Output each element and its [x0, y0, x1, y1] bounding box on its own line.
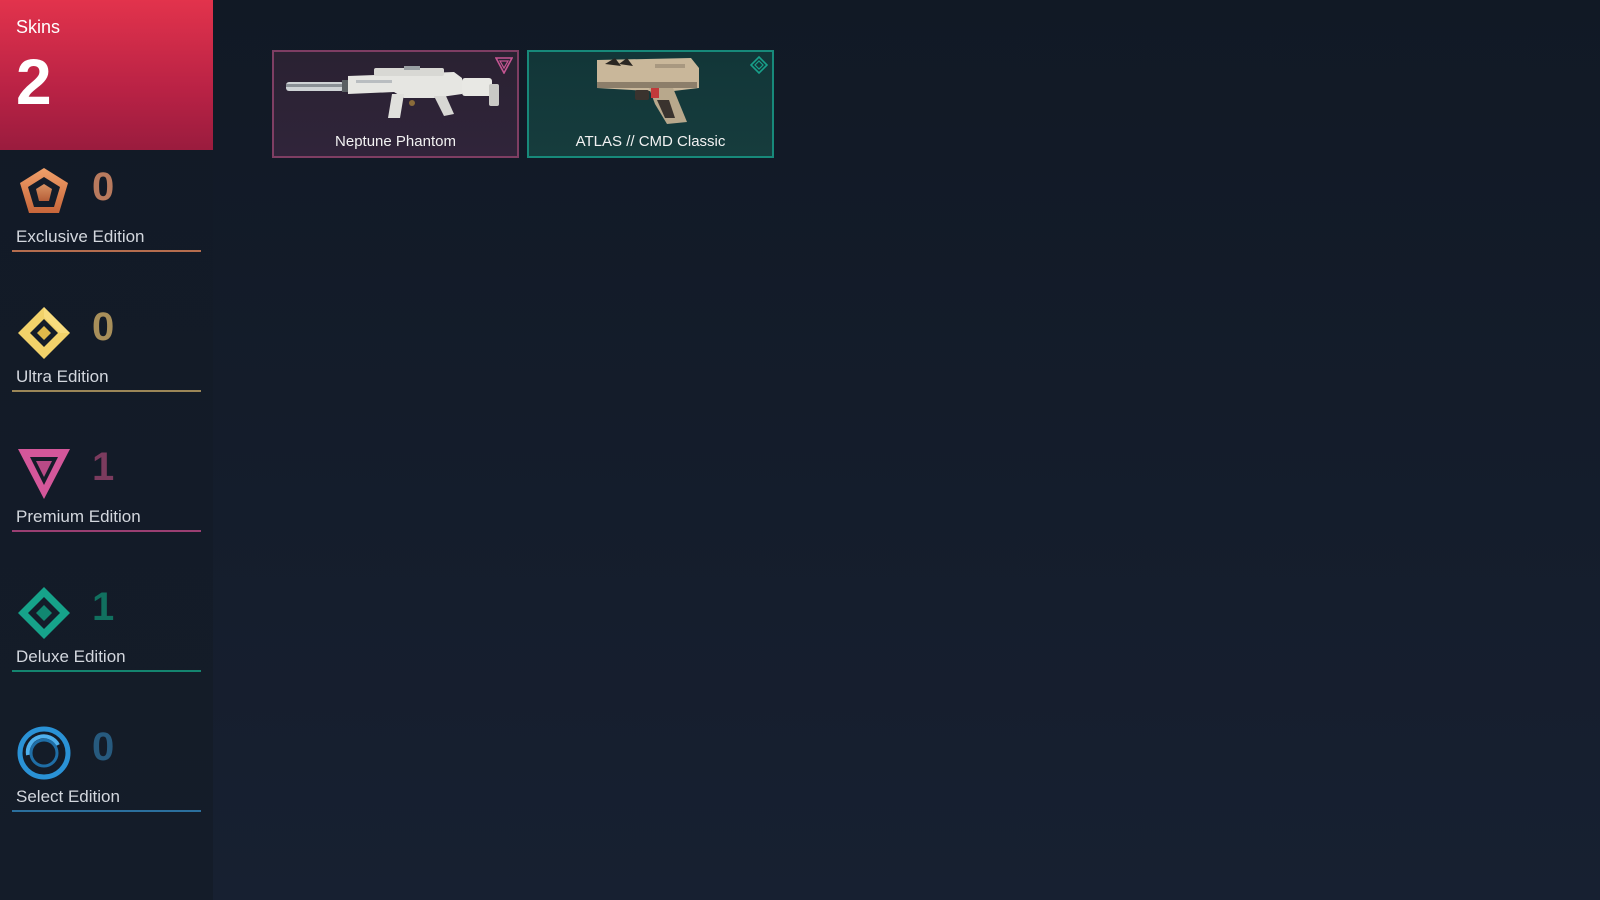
skin-name: Neptune Phantom	[335, 133, 456, 150]
skin-card-neptune-phantom[interactable]: Neptune Phantom	[272, 50, 519, 158]
tier-count: 1	[92, 585, 115, 629]
skin-name: ATLAS // CMD Classic	[575, 133, 726, 150]
tier-divider	[12, 250, 201, 252]
tier-count: 0	[92, 725, 115, 769]
skins-label: Skins	[16, 17, 61, 37]
tier-deluxe[interactable]: 1 Deluxe Edition	[12, 585, 201, 675]
tier-divider	[12, 810, 201, 812]
tier-label: Deluxe Edition	[16, 647, 126, 666]
tier-label: Exclusive Edition	[16, 227, 145, 246]
deluxe-edition-icon	[18, 587, 70, 639]
tier-divider	[12, 530, 201, 532]
skin-card-atlas-cmd-classic[interactable]: ATLAS // CMD Classic	[527, 50, 774, 158]
tier-label: Ultra Edition	[16, 367, 109, 386]
select-edition-icon	[17, 726, 71, 780]
tier-count: 0	[92, 165, 115, 209]
tier-select[interactable]: 0 Select Edition	[12, 725, 201, 815]
ultra-edition-icon	[18, 307, 70, 359]
tier-divider	[12, 390, 201, 392]
deluxe-edition-icon	[750, 56, 768, 74]
tier-exclusive[interactable]: 0 Exclusive Edition	[12, 165, 201, 255]
tier-premium[interactable]: 1 Premium Edition	[12, 445, 201, 535]
premium-edition-icon	[18, 449, 70, 499]
tier-divider	[12, 670, 201, 672]
pistol-image	[597, 58, 699, 124]
rifle-image	[286, 66, 499, 118]
sidebar: Skins 2 0 Exclusive Edition 0 Ultra Edit…	[0, 0, 213, 900]
tier-label: Premium Edition	[16, 507, 141, 526]
tier-ultra[interactable]: 0 Ultra Edition	[12, 305, 201, 395]
exclusive-edition-icon	[20, 168, 68, 213]
skins-total-card[interactable]: Skins 2	[0, 0, 213, 150]
skins-screen: Skins 2 0 Exclusive Edition 0 Ultra Edit…	[0, 0, 1600, 900]
skins-count: 2	[16, 46, 52, 118]
tier-count: 1	[92, 445, 115, 489]
tier-count: 0	[92, 305, 115, 349]
tier-label: Select Edition	[16, 787, 120, 806]
premium-edition-icon	[495, 57, 513, 74]
